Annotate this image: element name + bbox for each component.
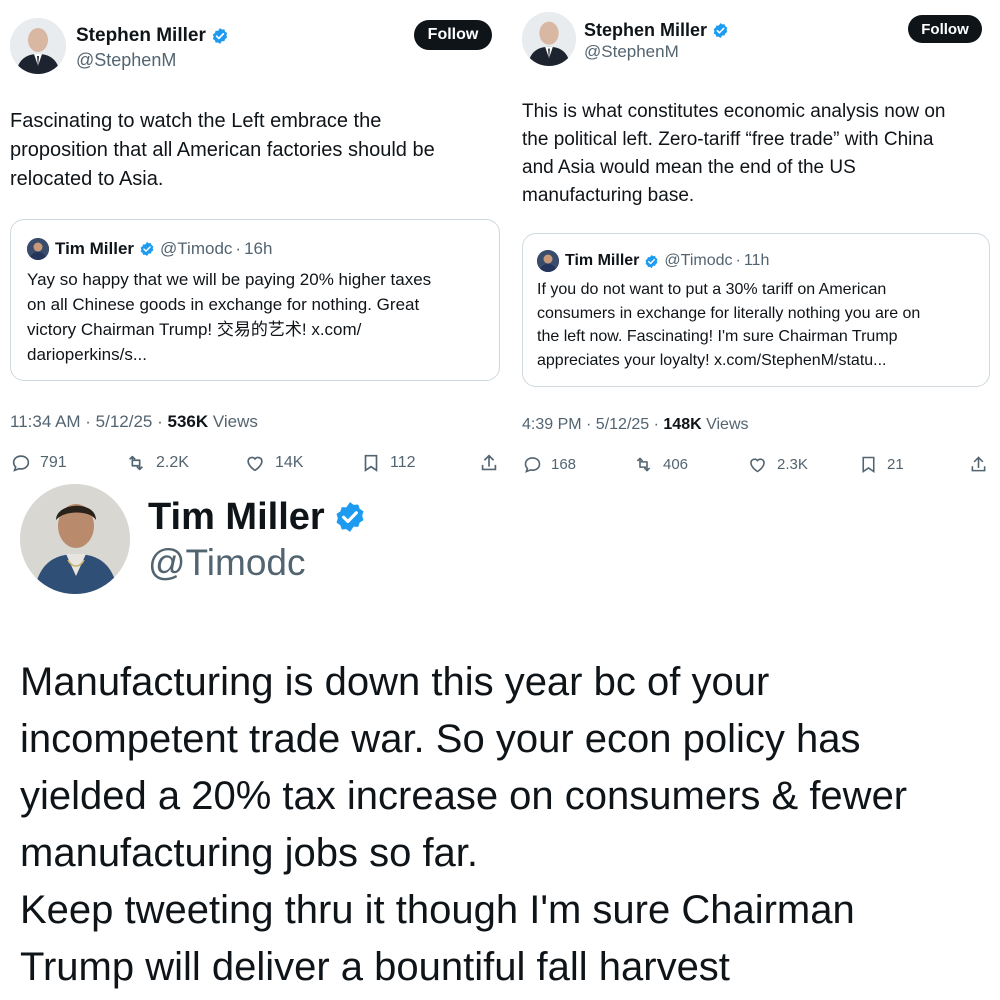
bookmark-count: 112 xyxy=(390,454,416,471)
repost-count: 406 xyxy=(663,456,689,473)
repost-button[interactable]: 2.2K xyxy=(124,452,189,474)
bookmark-button[interactable]: 21 xyxy=(858,454,904,475)
views-count: 536K xyxy=(167,412,209,431)
quote-display-name: Tim Miller xyxy=(55,239,135,258)
quote-text: If you do not want to put a 30% tariff o… xyxy=(537,281,921,369)
quoted-tweet[interactable]: Tim Miller @Timodc · 11h If you do not w… xyxy=(522,233,990,387)
quote-handle: @Timodc xyxy=(160,239,233,258)
views-label: Views xyxy=(208,412,258,431)
like-count: 2.3K xyxy=(777,456,808,473)
bookmark-icon xyxy=(364,454,378,472)
user-handle[interactable]: @StephenM xyxy=(76,50,176,71)
timestamp[interactable]: 4:39 PM · 5/12/25 · xyxy=(522,416,663,433)
repost-button[interactable]: 406 xyxy=(632,454,688,475)
bookmark-icon xyxy=(862,456,875,473)
views-label: Views xyxy=(701,416,749,433)
reply-icon xyxy=(524,457,541,473)
share-icon xyxy=(971,456,986,472)
verified-badge-icon xyxy=(712,22,729,39)
display-name[interactable]: Stephen Miller xyxy=(584,20,707,41)
avatar[interactable] xyxy=(522,12,576,66)
reply-count: 168 xyxy=(551,456,577,473)
verified-badge-icon xyxy=(211,27,229,45)
heart-icon xyxy=(750,458,765,473)
reply-count: 791 xyxy=(40,454,67,471)
display-name[interactable]: Tim Miller xyxy=(148,496,325,539)
quoted-tweet[interactable]: Tim Miller @Timodc · 16h Yay so happy th… xyxy=(10,219,500,381)
verified-badge-icon xyxy=(139,241,155,257)
repost-count: 2.2K xyxy=(156,454,189,471)
share-icon xyxy=(481,454,497,471)
separator-dot: · xyxy=(735,252,741,269)
verified-badge-icon xyxy=(333,500,367,534)
heart-icon xyxy=(247,456,263,472)
bookmark-button[interactable]: 112 xyxy=(360,452,416,474)
follow-button[interactable]: Follow xyxy=(908,15,982,43)
avatar[interactable] xyxy=(10,18,66,74)
quote-text: Yay so happy that we will be paying 20% … xyxy=(27,270,432,364)
share-button[interactable] xyxy=(478,452,502,474)
verified-badge-icon xyxy=(644,254,659,269)
quote-handle: @Timodc xyxy=(664,252,733,269)
reply-icon xyxy=(12,455,30,472)
like-count: 14K xyxy=(275,454,304,471)
like-button[interactable]: 14K xyxy=(243,452,303,474)
quote-avatar xyxy=(27,238,49,260)
quote-avatar xyxy=(537,250,559,272)
reply-button[interactable]: 791 xyxy=(10,452,67,474)
tweet-text: Manufacturing is down this year bc of yo… xyxy=(20,660,908,989)
tweet-meta: 4:39 PM · 5/12/25 · 148K Views xyxy=(522,416,749,434)
tweet-text: This is what constitutes economic analys… xyxy=(522,101,946,206)
quote-time: 11h xyxy=(743,252,770,269)
follow-button[interactable]: Follow xyxy=(414,20,492,50)
quote-time: 16h xyxy=(244,239,273,258)
quote-display-name: Tim Miller xyxy=(565,252,640,269)
share-button[interactable] xyxy=(968,454,997,475)
tweet-text: Fascinating to watch the Left embrace th… xyxy=(10,110,435,190)
avatar[interactable] xyxy=(20,484,130,594)
views-count: 148K xyxy=(663,416,702,433)
tweet-card-stephen-miller-right[interactable]: Stephen Miller @StephenM Follow This is … xyxy=(510,0,1000,478)
timestamp[interactable]: 11:34 AM · 5/12/25 · xyxy=(10,412,168,431)
display-name[interactable]: Stephen Miller xyxy=(76,25,206,47)
repost-icon xyxy=(128,455,144,471)
tweet-card-tim-miller[interactable]: Tim Miller @Timodc Manufacturing is down… xyxy=(0,478,1000,1000)
like-button[interactable]: 2.3K xyxy=(746,454,808,475)
bookmark-count: 21 xyxy=(887,456,904,473)
user-handle[interactable]: @StephenM xyxy=(584,42,679,62)
tweet-meta: 11:34 AM · 5/12/25 · 536K Views xyxy=(10,412,258,432)
user-handle[interactable]: @Timodc xyxy=(148,542,306,584)
separator-dot: · xyxy=(235,239,242,258)
tweet-card-stephen-miller-left[interactable]: Stephen Miller @StephenM Follow Fascinat… xyxy=(0,0,502,478)
repost-icon xyxy=(636,457,651,472)
reply-button[interactable]: 168 xyxy=(522,454,576,475)
